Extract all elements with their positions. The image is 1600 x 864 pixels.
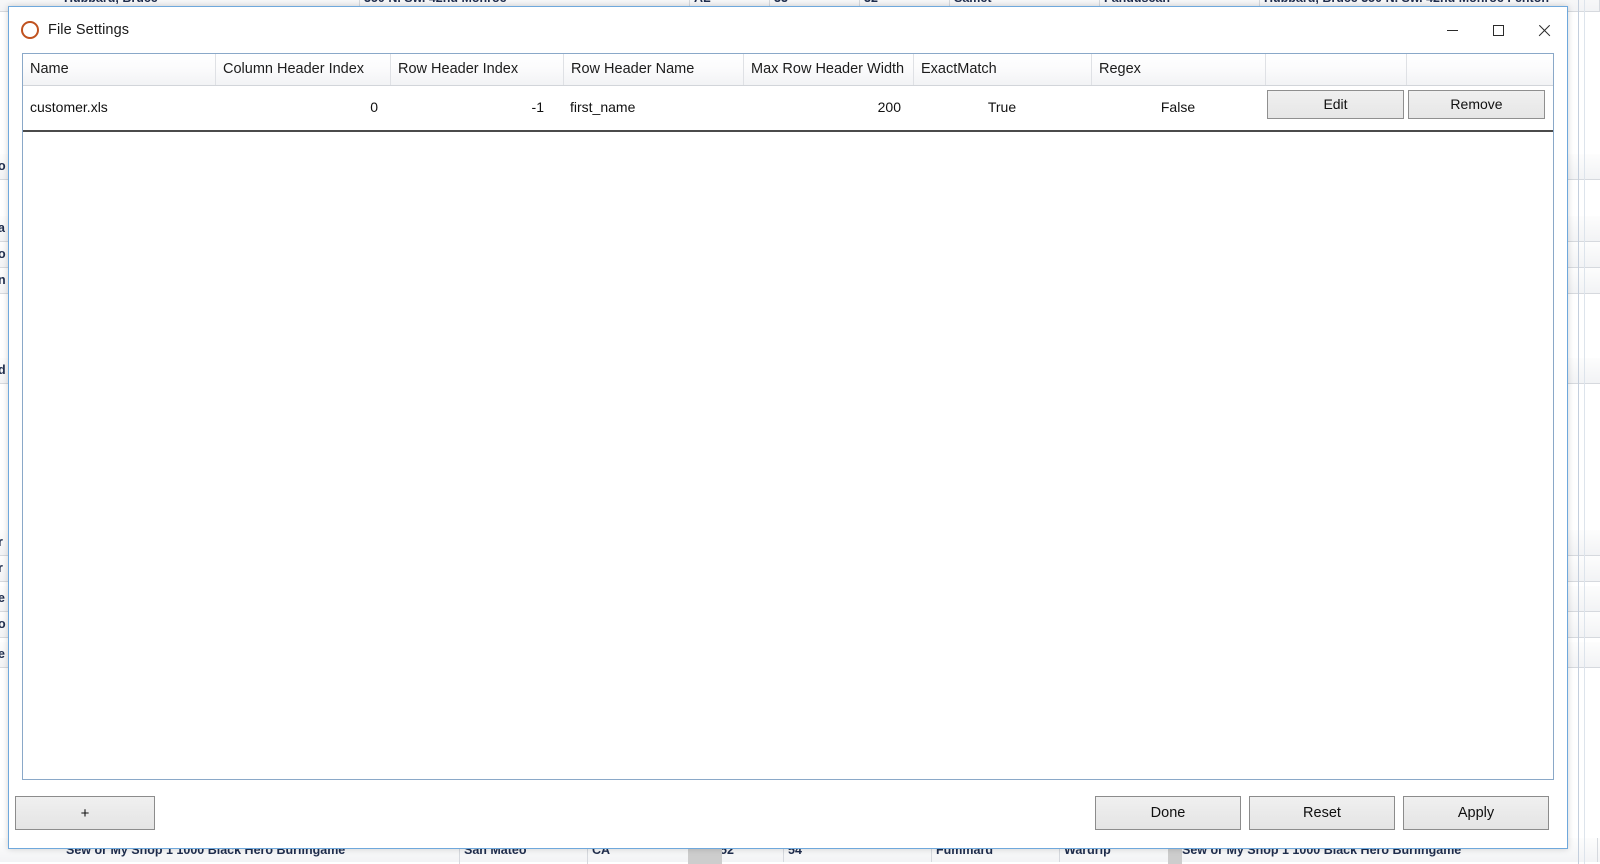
file-settings-panel: Name Column Header Index Row Header Inde… — [22, 53, 1554, 780]
background-column-divider — [1578, 0, 1579, 864]
column-header-name[interactable]: Name — [23, 54, 215, 85]
column-header-regex[interactable]: Regex — [1091, 54, 1265, 85]
maximize-icon — [1492, 24, 1504, 36]
cell-max-row-header-width: 200 — [877, 99, 901, 115]
table-body: customer.xls 0 -1 first_name 200 True Fa… — [23, 86, 1553, 132]
reset-button[interactable]: Reset — [1249, 796, 1395, 830]
column-header-row-header-name[interactable]: Row Header Name — [563, 54, 743, 85]
cell-row-header-name: first_name — [570, 99, 636, 115]
done-button[interactable]: Done — [1095, 796, 1241, 830]
file-settings-table: Name Column Header Index Row Header Inde… — [23, 54, 1553, 132]
cell-name: customer.xls — [30, 99, 108, 115]
dialog-title-bar[interactable]: File Settings — [9, 7, 1567, 53]
close-icon — [1537, 23, 1551, 37]
minimize-button[interactable] — [1429, 7, 1475, 53]
remove-button[interactable]: Remove — [1408, 90, 1545, 119]
table-row[interactable]: customer.xls 0 -1 first_name 200 True Fa… — [23, 86, 1553, 132]
close-button[interactable] — [1521, 7, 1567, 53]
ring-circle-icon — [21, 21, 39, 39]
cell-column-header-index: 0 — [370, 99, 378, 115]
apply-button[interactable]: Apply — [1403, 796, 1549, 830]
edit-button[interactable]: Edit — [1267, 90, 1404, 119]
column-header-exactmatch[interactable]: ExactMatch — [913, 54, 1091, 85]
column-header-remove-action[interactable] — [1406, 54, 1553, 85]
cell-exactmatch: True — [987, 99, 1017, 115]
add-file-setting-button[interactable]: + — [15, 796, 155, 830]
minimize-icon — [1446, 29, 1458, 31]
column-header-max-row-header-width[interactable]: Max Row Header Width — [743, 54, 913, 85]
dialog-footer: + Done Reset Apply — [9, 780, 1567, 848]
column-header-row-header-index[interactable]: Row Header Index — [390, 54, 563, 85]
window-controls — [1429, 7, 1567, 53]
table-header-row: Name Column Header Index Row Header Inde… — [23, 54, 1553, 86]
dialog-title: File Settings — [48, 22, 130, 38]
background-column-divider — [1584, 0, 1585, 864]
cell-regex: False — [1160, 99, 1196, 115]
column-header-column-header-index[interactable]: Column Header Index — [215, 54, 390, 85]
cell-row-header-index: -1 — [531, 99, 544, 115]
maximize-button[interactable] — [1475, 7, 1521, 53]
column-header-edit-action[interactable] — [1265, 54, 1406, 85]
file-settings-dialog: File Settings Name Column Header Index R… — [8, 6, 1568, 849]
